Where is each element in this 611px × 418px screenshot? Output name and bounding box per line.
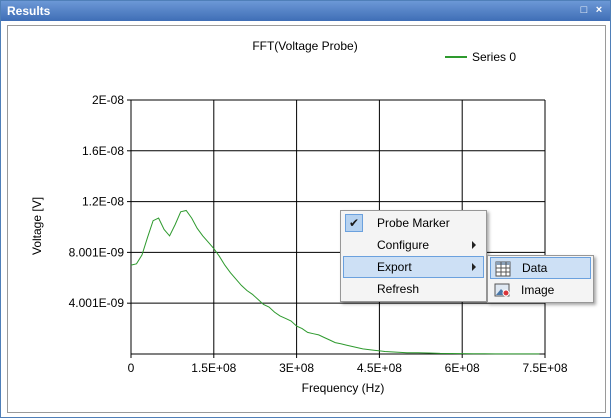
- x-tick-label: 0: [128, 361, 135, 375]
- window-title: Results: [7, 4, 51, 18]
- submenu-arrow-icon: [472, 241, 476, 249]
- export-submenu: Data Image: [487, 255, 594, 303]
- fft-chart[interactable]: FFT(Voltage Probe) Series 0 0 1.5E+08 3E+0…: [8, 26, 605, 412]
- legend: Series 0: [445, 50, 516, 64]
- maximize-button[interactable]: □: [578, 4, 590, 16]
- chart-title: FFT(Voltage Probe): [252, 39, 357, 53]
- x-tick-labels: 0 1.5E+08 3E+08 4.5E+08 6E+08 7.5E+08: [128, 361, 568, 375]
- x-tick-label: 6E+08: [445, 361, 480, 375]
- y-tick-label: 4.001E-09: [69, 296, 125, 310]
- y-tick-label: 1.6E-08: [82, 144, 124, 158]
- image-icon: [494, 282, 510, 298]
- data-table-icon: [495, 261, 511, 277]
- submenu-arrow-icon: [472, 263, 476, 271]
- y-tick-labels: 4.001E-09 8.001E-09 1.2E-08 1.6E-08 2E-08: [69, 93, 125, 310]
- submenu-item-label: Image: [521, 283, 555, 297]
- menu-item-label: Export: [377, 260, 412, 274]
- menu-item-probe-marker[interactable]: ✔ Probe Marker: [343, 212, 484, 234]
- y-tick-label: 2E-08: [92, 93, 124, 107]
- x-tick-label: 3E+08: [279, 361, 314, 375]
- x-tick-label: 4.5E+08: [357, 361, 402, 375]
- y-axis-label: Voltage [V]: [30, 197, 44, 255]
- menu-item-configure[interactable]: Configure: [343, 234, 484, 256]
- chart-panel: FFT(Voltage Probe) Series 0 0 1.5E+08 3E+0…: [7, 25, 606, 413]
- x-tick-label: 1.5E+08: [191, 361, 236, 375]
- check-icon: ✔: [345, 214, 363, 232]
- x-axis-label: Frequency (Hz): [302, 381, 385, 395]
- submenu-item-data[interactable]: Data: [490, 257, 591, 279]
- results-window: Results □ × FFT(Voltage Probe) Series 0 …: [0, 0, 611, 418]
- menu-item-refresh[interactable]: Refresh: [343, 278, 484, 300]
- menu-item-label: Configure: [377, 238, 430, 252]
- y-tick-label: 8.001E-09: [69, 245, 125, 259]
- menu-item-label: Probe Marker: [377, 216, 450, 230]
- close-button[interactable]: ×: [593, 4, 605, 16]
- context-menu: ✔ Probe Marker Configure Export Refresh: [340, 210, 487, 302]
- menu-item-label: Refresh: [377, 282, 420, 296]
- x-tick-label: 7.5E+08: [522, 361, 567, 375]
- title-bar[interactable]: Results □ ×: [1, 1, 610, 21]
- submenu-item-image[interactable]: Image: [490, 279, 591, 301]
- menu-item-export[interactable]: Export: [343, 256, 484, 278]
- submenu-item-label: Data: [522, 261, 548, 275]
- legend-label: Series 0: [472, 50, 516, 64]
- y-tick-label: 1.2E-08: [82, 195, 124, 209]
